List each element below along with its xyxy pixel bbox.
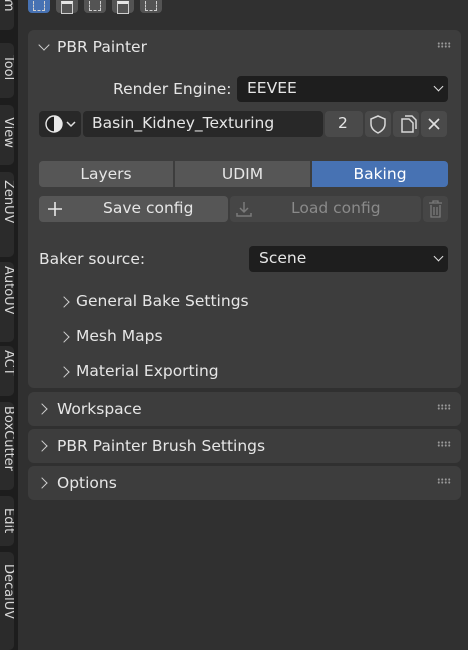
material-name-value: Basin_Kidney_Texturing [92,114,275,132]
delete-config-button[interactable] [423,196,448,222]
sidebar-tab-label: BoxCutter [1,406,14,472]
save-config-label: Save config [103,199,194,217]
mode-subtract-icon[interactable] [84,0,106,13]
mode-difference-icon[interactable] [112,0,134,14]
drag-handle-icon[interactable] [437,441,451,447]
sidebar-tab-label: Tool [1,55,14,81]
chevron-right-icon [58,366,70,378]
subpanel-label: Material Exporting [76,362,219,380]
sidebar-tab-zenuv[interactable]: ZenUV [0,172,14,257]
drag-handle-icon[interactable] [437,404,451,410]
tab-baking[interactable]: Baking [312,161,448,187]
plus-icon [48,202,62,216]
close-icon [428,118,440,130]
sidebar-tab-label: DecalUV [1,564,14,620]
tab-layers[interactable]: Layers [39,161,173,187]
sidebar-tab-boxcutter[interactable]: BoxCutter [0,402,14,490]
chevron-down-icon [433,81,444,92]
sidebar-tab-decaluv[interactable]: DecalUV [0,552,14,650]
material-name-field[interactable]: Basin_Kidney_Texturing [83,111,323,137]
chevron-right-icon [36,477,48,489]
chevron-right-icon [58,331,70,343]
chevron-right-icon [36,403,48,415]
shield-icon [370,115,386,134]
tab-label: Baking [353,165,407,183]
drag-handle-icon[interactable] [437,478,451,484]
chevron-right-icon [58,296,70,308]
sidebar-tab-label: View [1,117,14,148]
user-count: 2 [338,114,348,132]
save-config-button[interactable]: Save config [39,196,228,222]
drag-handle-icon[interactable] [437,42,451,48]
load-config-label: Load config [291,199,381,217]
sidebar-tab-autouv[interactable]: AutoUV [0,262,14,342]
pbr-painter-panel-header[interactable]: PBR Painter [28,30,461,65]
mode-extend-icon[interactable] [56,0,78,14]
baker-source-value: Scene [259,249,307,267]
user-count-button[interactable]: 2 [325,111,363,137]
panel-title: PBR Painter Brush Settings [57,437,266,455]
sidebar-tab-tool[interactable]: Tool [0,43,14,98]
trash-icon [429,200,442,218]
sidebar-tab-label: ZenUV [1,180,14,224]
sidebar-tab-label: Item [1,0,14,12]
tab-udim[interactable]: UDIM [175,161,310,187]
sidebar-tab-label: Edit [1,508,14,534]
tab-label: UDIM [221,165,264,183]
sidebar-tab-label: ACT [1,350,14,376]
material-browse-button[interactable] [39,111,81,137]
tab-label: Layers [80,165,132,183]
render-engine-dropdown[interactable]: EEVEE [237,76,448,102]
sidebar-tab-view[interactable]: View [0,105,14,165]
load-config-button[interactable]: Load config [230,196,421,222]
panel-title: PBR Painter [57,38,147,56]
chevron-down-icon [433,251,444,262]
baker-source-label: Baker source: [39,250,146,268]
options-panel[interactable]: Options [28,466,461,500]
render-engine-label: Render Engine: [113,80,232,98]
sidebar-tab-item[interactable]: Item [0,0,14,30]
panel-title: Workspace [57,400,142,418]
select-box-icon[interactable] [28,0,50,13]
fake-user-button[interactable] [365,111,391,137]
sidebar-tab-act[interactable]: ACT [0,346,14,396]
baker-source-dropdown[interactable]: Scene [249,246,448,272]
chevron-right-icon [36,440,48,452]
panel-title: Options [57,474,117,492]
subpanel-mesh-maps[interactable]: Mesh Maps [54,323,449,351]
workspace-panel[interactable]: Workspace [28,392,461,426]
brush-settings-panel[interactable]: PBR Painter Brush Settings [28,429,461,463]
sidebar-tab-label: AutoUV [1,266,14,315]
sidebar-tab-edit[interactable]: Edit [0,496,14,546]
subpanel-general-bake-settings[interactable]: General Bake Settings [54,288,449,316]
material-sphere-icon [45,115,76,133]
pbr-painter-panel: PBR Painter Render Engine: EEVEE Basin_K… [28,30,461,388]
duplicate-icon [401,115,417,133]
subpanel-material-exporting[interactable]: Material Exporting [54,358,449,386]
chevron-down-icon [38,39,50,51]
subpanel-label: Mesh Maps [76,327,163,345]
duplicate-material-button[interactable] [393,111,419,137]
import-icon [236,202,252,217]
mode-intersect-icon[interactable] [140,0,162,13]
sidebar-tab-strip: Item Tool View ZenUV AutoUV ACT BoxCutte… [0,0,18,650]
render-engine-value: EEVEE [247,79,297,97]
subpanel-label: General Bake Settings [76,292,249,310]
unlink-material-button[interactable] [421,111,447,137]
